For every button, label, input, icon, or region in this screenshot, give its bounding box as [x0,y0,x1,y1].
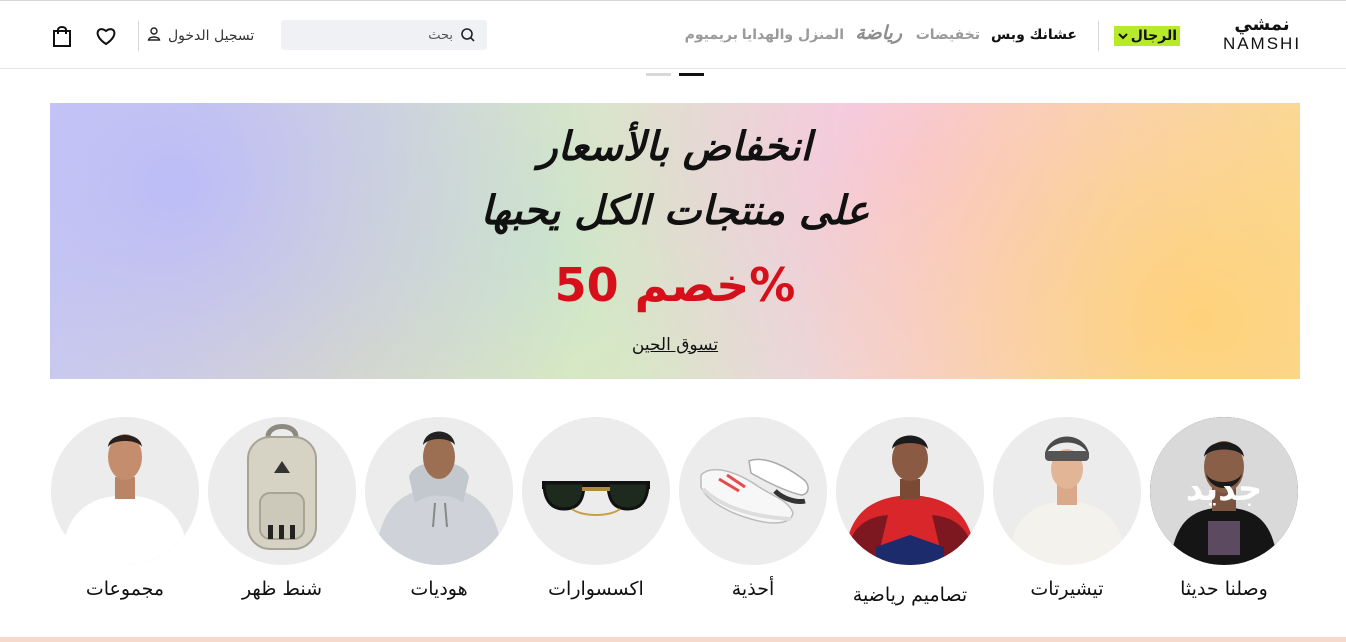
search-input[interactable]: بحث [281,20,487,50]
category-image [365,417,513,565]
slider-dot-1[interactable] [646,73,671,76]
banner-discount: خصم 50% [554,258,796,312]
category-image [522,417,670,565]
nav-sale[interactable]: تخفيضات [916,23,980,47]
nav-home-gifts[interactable]: المنزل والهدايا [742,23,844,47]
search-placeholder: بحث [428,27,453,43]
category-shoes[interactable]: أحذية [678,417,828,617]
login-link[interactable]: تسجيل الدخول [146,25,254,47]
category-image [993,417,1141,565]
category-new-arrivals[interactable]: جديد وصلنا حديثا [1149,417,1299,617]
user-icon [146,26,162,46]
category-image [208,417,356,565]
gender-label: الرجال [1130,28,1177,44]
category-image [836,417,984,565]
bottom-strip [0,637,1346,642]
cart-button[interactable] [51,25,73,47]
category-image [679,417,827,565]
category-accessories[interactable]: اكسسوارات [521,417,671,617]
nav-sports[interactable]: رياضة [855,21,902,45]
promo-banner[interactable]: انخفاض بالأسعار على منتجات الكل يحبها خص… [50,103,1300,379]
shop-now-link[interactable]: تسوق الحين [50,333,1300,357]
category-image [51,417,199,565]
login-label: تسجيل الدخول [168,28,255,44]
new-badge: جديد [1185,469,1263,509]
category-collections[interactable]: مجموعات [50,417,200,617]
gender-selector[interactable]: الرجال [1113,26,1180,46]
search-icon [459,26,477,44]
top-header: نمشي NAMSHI الرجال عشانك وبس تخفيضات ريا… [0,0,1346,69]
banner-headline-1: انخفاض بالأسعار [538,124,812,170]
category-image: جديد [1150,417,1298,565]
slider-dot-2-active[interactable] [679,73,704,76]
nav-just-for-you[interactable]: عشانك وبس [991,23,1077,47]
heart-icon [96,28,116,46]
chevron-down-icon [1118,33,1128,40]
bag-icon [53,26,71,47]
banner-headline-2: على منتجات الكل يحبها [480,188,870,234]
category-backpacks[interactable]: شنط ظهر [207,417,357,617]
logo-arabic: نمشي [1234,14,1290,35]
category-label: مجموعات [85,578,165,600]
divider [138,21,139,51]
divider [1098,21,1099,51]
namshi-logo[interactable]: نمشي NAMSHI [1222,15,1302,57]
category-hoodies[interactable]: هوديات [364,417,514,617]
logo-english: NAMSHI [1222,34,1302,53]
category-sports-designs[interactable]: تصاميم رياضية [835,417,985,617]
category-tshirts[interactable]: تيشيرتات [992,417,1142,617]
wishlist-button[interactable] [95,25,117,47]
nav-premium[interactable]: بريميوم [685,23,738,47]
